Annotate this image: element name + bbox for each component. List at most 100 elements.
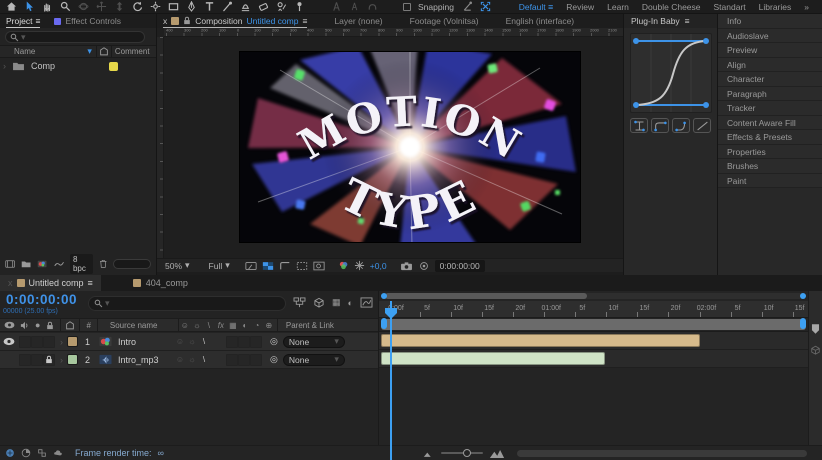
viewer-timecode[interactable]: 0:00:00:00 <box>435 260 485 272</box>
mask-visibility-icon[interactable] <box>279 261 291 271</box>
column-name[interactable]: Name <box>14 47 35 56</box>
close-icon[interactable]: x <box>163 16 167 26</box>
timeline-tab-404-comp[interactable]: 404_comp <box>125 278 196 288</box>
timeline-ruler[interactable]: 0:00f5f10f15f20f01:00f5f10f15f20f02:00f5… <box>379 301 808 318</box>
current-timecode[interactable]: 0:00:00:00 <box>6 292 77 307</box>
lock-toggle[interactable] <box>43 336 55 348</box>
hand-tool-icon[interactable] <box>41 1 54 13</box>
brush-tool-icon[interactable] <box>221 1 234 13</box>
eye-visibility-icon[interactable] <box>3 337 15 346</box>
tab-effect-controls[interactable]: Effect Controls <box>54 16 121 26</box>
project-item-comp[interactable]: › Comp <box>0 58 156 74</box>
panel-tab-character[interactable]: Character <box>718 72 822 87</box>
workspace-standart[interactable]: Standart <box>714 2 746 12</box>
workspace-default[interactable]: Default ≡ <box>519 2 554 12</box>
track-row-intro-mp3[interactable] <box>379 350 808 368</box>
cloud-status-icon[interactable] <box>53 448 63 458</box>
parent-link-column-header[interactable]: Parent & Link <box>286 321 334 330</box>
pen-tool-icon[interactable] <box>185 1 198 13</box>
panel-menu-icon[interactable]: ≡ <box>302 16 307 26</box>
zoom-out-mountain-icon[interactable] <box>423 449 435 458</box>
layer-color-swatch[interactable] <box>67 336 78 347</box>
scroll-start-handle[interactable] <box>381 293 387 299</box>
quality-toggle[interactable]: \ <box>198 337 210 346</box>
panel-menu-icon[interactable]: ≡ <box>88 278 93 288</box>
tab-english-interface[interactable]: English (interface) <box>506 16 575 26</box>
active-comp-name[interactable]: Untitled comp <box>247 16 299 26</box>
expand-arrow-icon[interactable]: › <box>60 355 63 365</box>
panel-tab-properties[interactable]: Properties <box>718 145 822 160</box>
render-status-icon[interactable] <box>5 448 15 458</box>
magnify-region-icon[interactable] <box>313 261 325 271</box>
audio-toggle[interactable] <box>19 336 31 348</box>
panel-tab-tracker[interactable]: Tracker <box>718 101 822 116</box>
layer-row-intro[interactable]: › 1 Intro ☺ ☼ \ ◎ None▾ <box>0 333 378 351</box>
playhead-line[interactable] <box>390 301 392 460</box>
solo-toggle[interactable] <box>31 336 43 348</box>
zoom-slider-knob[interactable] <box>463 449 471 457</box>
layer-duration-bar[interactable] <box>381 352 605 365</box>
expand-arrow-icon[interactable]: › <box>3 61 6 71</box>
pickwhip-icon[interactable]: ◎ <box>270 336 278 347</box>
panel-tab-brushes[interactable]: Brushes <box>718 159 822 174</box>
viewer-canvas[interactable]: MOTION TYPE <box>165 37 623 258</box>
snapshot-camera-icon[interactable] <box>400 261 413 271</box>
resolution-dropdown[interactable]: Full▾ <box>209 260 230 271</box>
snapping-checkbox[interactable] <box>403 3 411 11</box>
work-area-end-handle[interactable] <box>800 318 806 329</box>
draft-3d-icon[interactable] <box>313 297 325 308</box>
flowchart-status-icon[interactable] <box>37 448 47 458</box>
source-name-column-header[interactable]: Source name <box>110 321 178 330</box>
import-footage-icon[interactable] <box>5 259 15 269</box>
easy-ease-button[interactable] <box>630 118 648 133</box>
expand-arrows-icon[interactable] <box>479 1 492 13</box>
snap-angle-icon[interactable] <box>461 1 474 13</box>
collapse-toggle[interactable]: ☼ <box>186 337 198 346</box>
panel-tab-audioslave[interactable]: Audioslave <box>718 29 822 44</box>
search-options-icon[interactable]: ▾ <box>21 32 26 43</box>
work-area-bar[interactable] <box>381 319 806 330</box>
new-folder-icon[interactable] <box>21 259 31 269</box>
layer-name[interactable]: Intro_mp3 <box>118 355 174 365</box>
cache-indicator-icon[interactable] <box>21 448 31 458</box>
zoom-tool-icon[interactable] <box>59 1 72 13</box>
puppet-pin-tool-icon[interactable] <box>293 1 306 13</box>
tab-project[interactable]: Project≡ <box>6 14 40 28</box>
tab-layer[interactable]: Layer (none) <box>334 16 382 26</box>
pickwhip-icon[interactable]: ◎ <box>270 354 278 365</box>
lock-toggle[interactable] <box>43 354 55 366</box>
audio-toggle[interactable] <box>19 354 31 366</box>
project-search-input[interactable]: ▾ <box>5 31 145 43</box>
comp-marker-icon[interactable] <box>810 323 821 335</box>
fast-previews-icon[interactable] <box>354 260 365 271</box>
solo-toggle[interactable] <box>31 354 43 366</box>
panel-menu-icon[interactable]: ≡ <box>35 16 40 26</box>
parent-dropdown[interactable]: None▾ <box>283 336 345 348</box>
workspace-menu-icon[interactable]: ≡ <box>548 2 553 12</box>
rectangle-tool-icon[interactable] <box>167 1 180 13</box>
motion-blur-toggle[interactable] <box>250 354 262 366</box>
column-comment[interactable]: Comment <box>115 47 150 56</box>
exposure-value[interactable]: +0,0 <box>370 261 387 271</box>
work-area-start-handle[interactable] <box>381 318 387 329</box>
expand-arrow-icon[interactable]: › <box>60 337 63 347</box>
color-depth-button[interactable]: 8 bpc <box>70 254 93 274</box>
layer-row-intro-mp3[interactable]: › 2 Intro_mp3 ☺ ☼ \ ◎ None▾ <box>0 351 378 369</box>
panel-tab-preview[interactable]: Preview <box>718 43 822 58</box>
close-icon[interactable]: x <box>8 278 13 288</box>
timeline-zoom-slider[interactable] <box>441 452 483 454</box>
ease-in-button[interactable] <box>672 118 690 133</box>
panel-tab-paragraph[interactable]: Paragraph <box>718 87 822 102</box>
linear-button[interactable] <box>693 118 711 133</box>
frame-blend-toggle[interactable] <box>238 336 250 348</box>
panel-tab-align[interactable]: Align <box>718 58 822 73</box>
fx-toggle[interactable] <box>226 354 238 366</box>
motion-blur-icon[interactable]: ◐ <box>348 298 353 308</box>
parent-dropdown[interactable]: None▾ <box>283 354 345 366</box>
label-color-swatch[interactable] <box>109 62 118 71</box>
rotate-tool-icon[interactable] <box>131 1 144 13</box>
shy-toggle[interactable]: ☺ <box>174 355 186 364</box>
frame-blending-icon[interactable]: ▦ <box>332 297 341 308</box>
zoom-in-mountains-icon[interactable] <box>489 448 505 459</box>
workspace-double-cheese[interactable]: Double Cheese <box>642 2 701 12</box>
